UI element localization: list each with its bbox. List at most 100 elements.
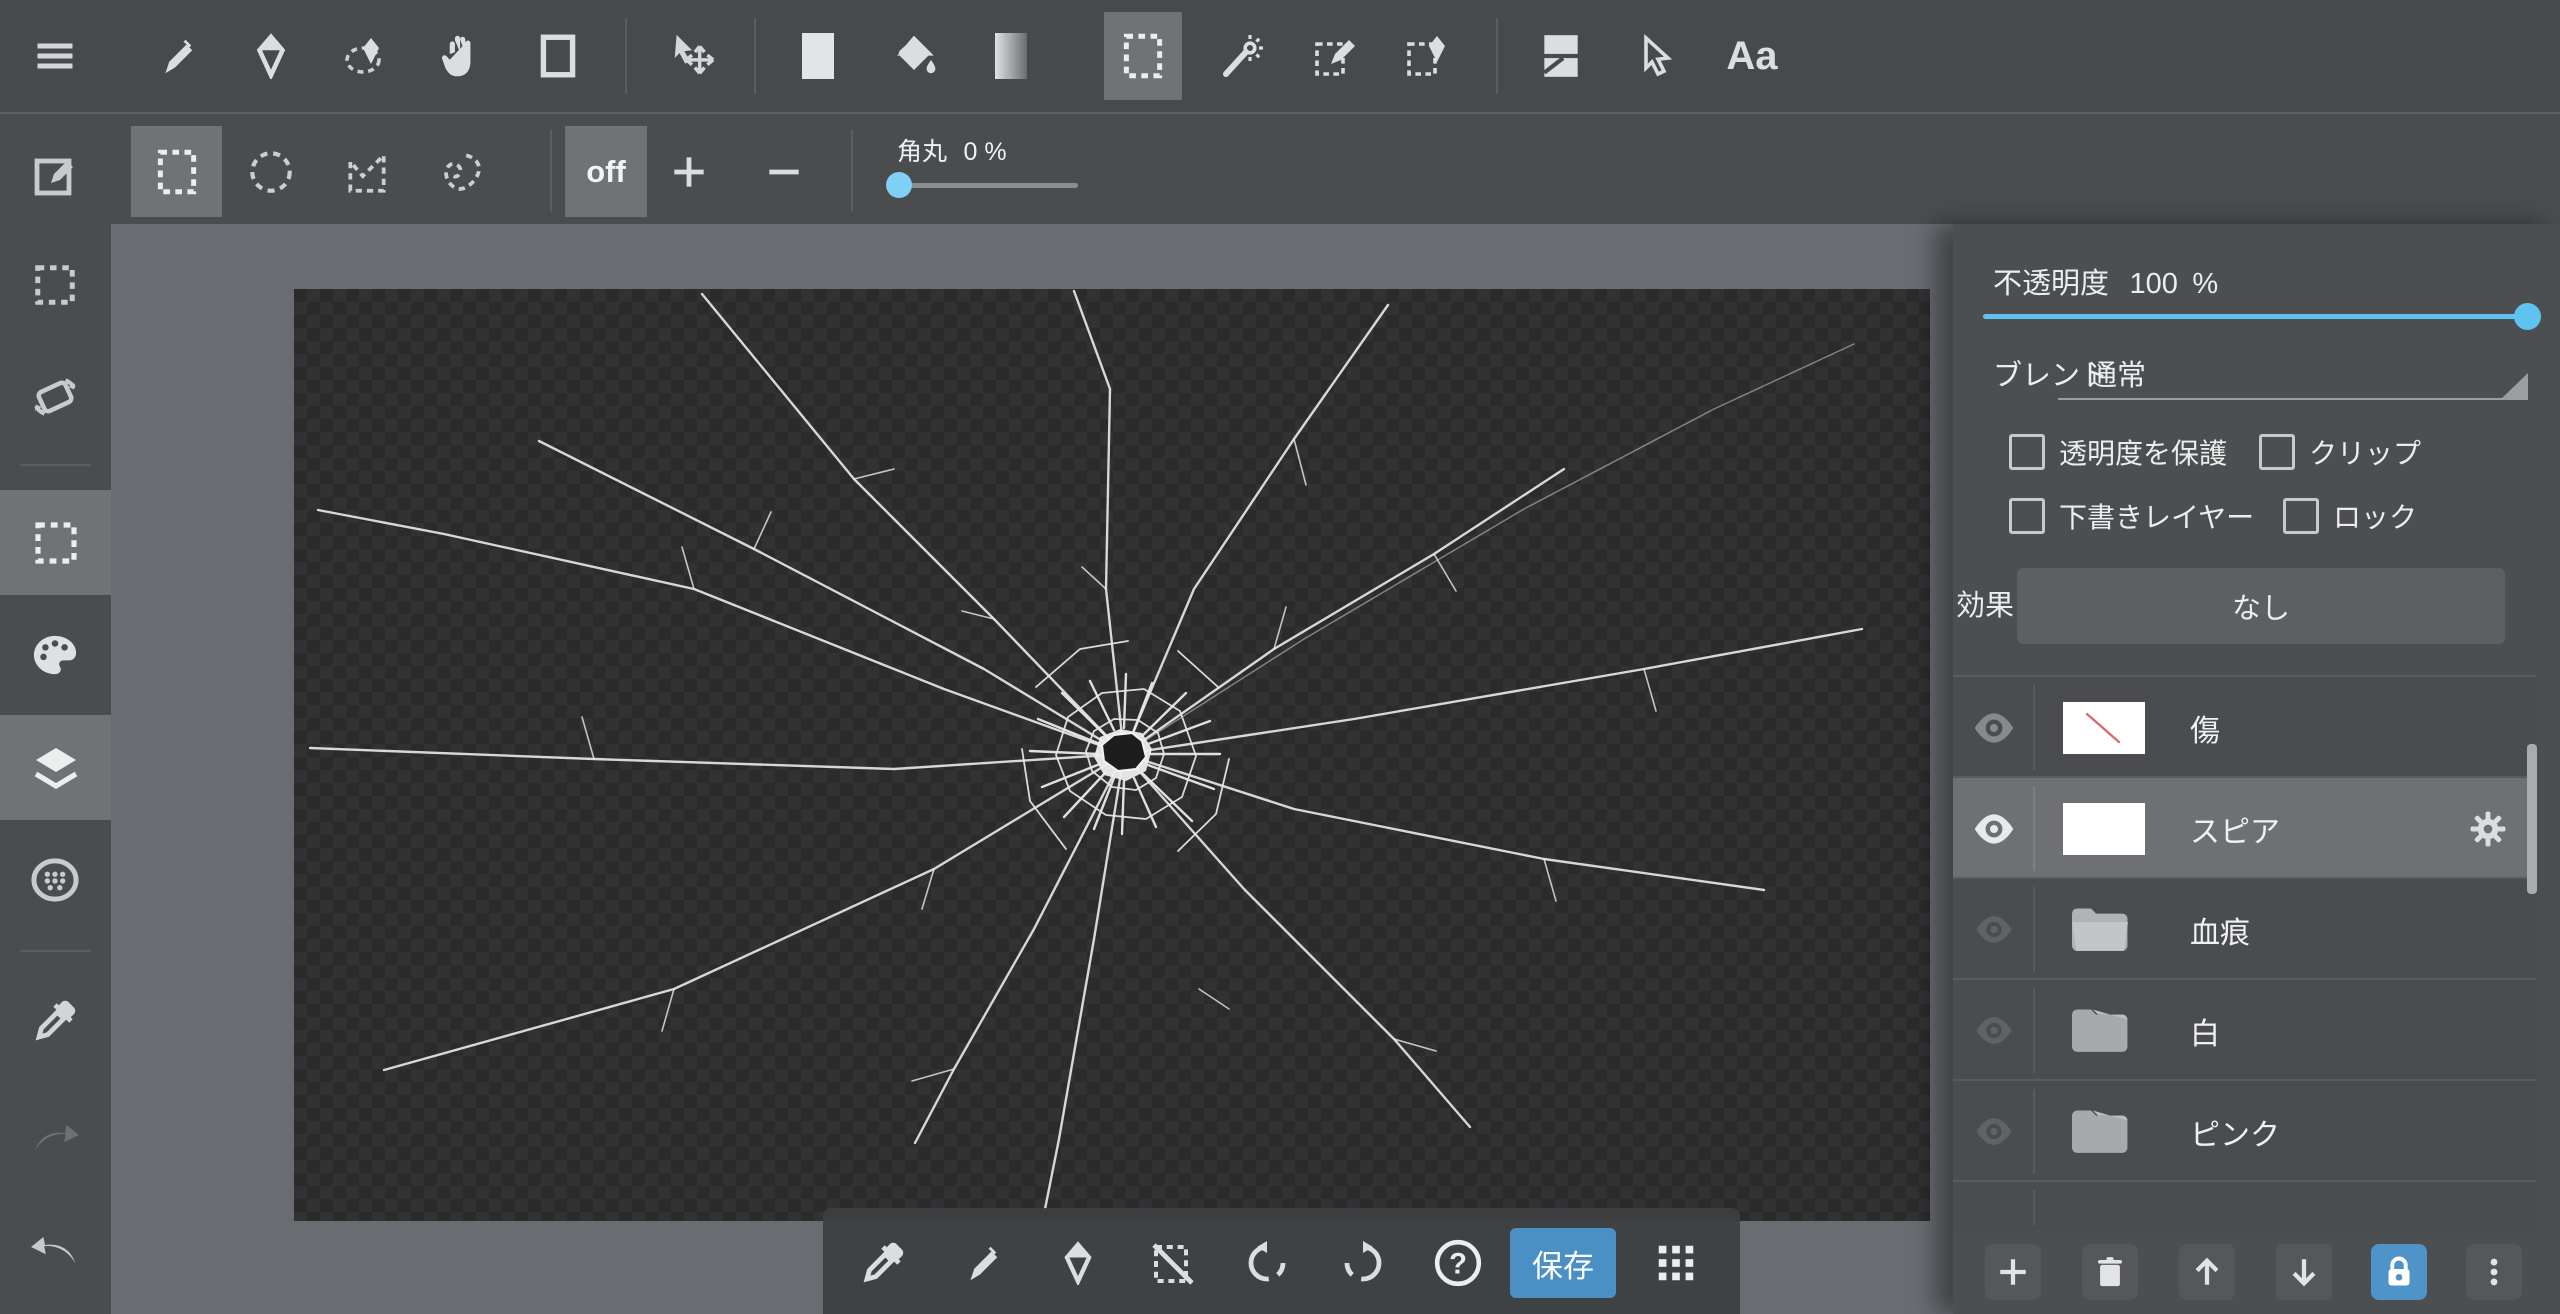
foreground-color-swatch[interactable] — [779, 12, 857, 100]
dropdown-triangle-icon — [2502, 373, 2528, 398]
protect-alpha-checkbox[interactable]: 透明度を保護 — [2009, 432, 2227, 472]
rotate-right-button[interactable] — [1325, 1226, 1401, 1300]
pen-tool[interactable] — [136, 12, 214, 100]
ellipse-select-shape[interactable] — [223, 124, 319, 220]
layer-visibility-toggle[interactable] — [1965, 677, 2023, 778]
magic-wand-tool[interactable] — [1203, 12, 1281, 100]
sidebar-select-tool-active[interactable] — [0, 490, 111, 595]
frame-tool[interactable] — [519, 12, 597, 100]
layer-actions-bar — [1953, 1231, 2560, 1314]
pen-icon — [957, 1240, 1003, 1286]
layer-folder-row[interactable]: 血痕 — [1953, 877, 2536, 980]
lasso-eraser-icon — [343, 32, 391, 80]
draft-layer-checkbox[interactable]: 下書きレイヤー — [2009, 496, 2254, 536]
slider-thumb[interactable] — [886, 172, 912, 198]
lock-layer-button-active[interactable] — [2371, 1244, 2427, 1300]
sidebar-layers-button-active[interactable] — [0, 715, 111, 820]
brush-grid-button[interactable] — [1638, 1226, 1714, 1300]
layer-visibility-toggle[interactable] — [1965, 980, 2023, 1081]
layer-row-separator — [2033, 887, 2035, 972]
opacity-value: 100 — [2129, 268, 2177, 300]
eraser-icon — [248, 33, 294, 79]
sidebar-redo-button[interactable] — [10, 1094, 100, 1176]
plus-icon — [667, 150, 711, 194]
layer-row[interactable]: 傷 — [1953, 675, 2536, 778]
rotate-left-button[interactable] — [1229, 1226, 1305, 1300]
clip-label: クリップ — [2309, 432, 2421, 472]
eye-icon — [1974, 915, 2014, 944]
layer-folder-row[interactable]: ピンク — [1953, 1079, 2536, 1182]
layer-panel: 不透明度 100 % ブレンド 通常 透明度を保護 クリップ 下書きレイヤー — [1953, 224, 2560, 1314]
lasso-eraser-tool[interactable] — [328, 12, 406, 100]
sidebar-new-edit-button[interactable] — [10, 134, 100, 216]
sidebar-undo-button[interactable] — [10, 1206, 100, 1288]
opacity-slider-thumb[interactable] — [2514, 303, 2541, 330]
lock-checkbox[interactable]: ロック — [2283, 496, 2417, 536]
deselect-button[interactable] — [1134, 1226, 1210, 1300]
hamburger-icon — [32, 36, 78, 76]
gradient-tool[interactable] — [972, 12, 1050, 100]
select-tool-active[interactable] — [1104, 12, 1182, 100]
redo-icon — [29, 1115, 81, 1155]
eraser-tool[interactable] — [232, 12, 310, 100]
layer-row-separator — [2033, 1190, 2035, 1225]
quick-pen-button[interactable] — [942, 1226, 1018, 1300]
rect-select-shape-active[interactable] — [131, 126, 222, 217]
rotate-ccw-icon — [1243, 1239, 1291, 1287]
blend-dropdown[interactable]: 通常 — [2058, 350, 2528, 400]
layer-visibility-toggle[interactable] — [1965, 879, 2023, 980]
quick-eraser-button[interactable] — [1040, 1226, 1116, 1300]
menu-button[interactable] — [16, 12, 94, 100]
snap-off-button[interactable]: off — [565, 126, 647, 217]
layer-settings-button[interactable] — [2465, 806, 2511, 852]
sidebar-rotate-canvas-button[interactable] — [10, 356, 100, 438]
hand-icon — [436, 32, 482, 80]
layer-thumbnail — [2063, 702, 2145, 754]
clip-checkbox[interactable]: クリップ — [2259, 432, 2421, 472]
layer-row-empty — [1953, 1180, 2536, 1231]
minus-icon — [762, 150, 806, 194]
shrink-selection-button[interactable] — [736, 124, 832, 220]
quick-eyedropper-button[interactable] — [845, 1226, 921, 1300]
sidebar-select-button[interactable] — [10, 244, 100, 326]
move-layer-up-button[interactable] — [2179, 1244, 2235, 1300]
eyedropper-icon — [859, 1239, 907, 1287]
layer-row-selected[interactable]: スピア — [1953, 776, 2536, 879]
sidebar-color-palette-button[interactable] — [10, 614, 100, 696]
drawing-canvas[interactable] — [294, 289, 1930, 1221]
move-layer-down-button[interactable] — [2276, 1244, 2332, 1300]
sidebar-material-button[interactable] — [10, 839, 100, 921]
hand-tool[interactable] — [420, 12, 498, 100]
save-button-label: 保存 — [1532, 1241, 1594, 1286]
add-layer-button[interactable] — [1985, 1244, 2041, 1300]
select-pen-tool[interactable] — [1296, 12, 1374, 100]
layer-folder-row[interactable]: 白 — [1953, 978, 2536, 1081]
opacity-slider[interactable] — [1983, 314, 2528, 319]
layer-visibility-toggle[interactable] — [1965, 778, 2023, 879]
toolbar-divider — [754, 18, 756, 94]
polygon-select-shape[interactable] — [319, 124, 415, 220]
layer-name: ピンク — [2190, 1081, 2280, 1182]
panel-split-icon — [1538, 31, 1584, 81]
select-eraser-tool[interactable] — [1388, 12, 1466, 100]
layers-scrollbar[interactable] — [2527, 744, 2537, 894]
save-button[interactable]: 保存 — [1510, 1228, 1616, 1298]
lasso-select-shape[interactable] — [414, 124, 510, 220]
toolbar-divider — [625, 18, 627, 94]
sidebar-eyedropper-button[interactable] — [10, 980, 100, 1062]
panel-divide-tool[interactable] — [1522, 12, 1600, 100]
layer-visibility-toggle[interactable] — [1965, 1081, 2023, 1182]
delete-layer-button[interactable] — [2082, 1244, 2138, 1300]
fill-bucket-tool[interactable] — [877, 12, 955, 100]
help-button[interactable]: ? — [1420, 1226, 1496, 1300]
rotate-canvas-icon — [30, 372, 80, 422]
operation-select-tool[interactable] — [1617, 12, 1695, 100]
checkbox-icon — [2009, 498, 2045, 534]
folder-icon — [2065, 901, 2135, 957]
expand-selection-button[interactable] — [641, 124, 737, 220]
move-tool[interactable] — [653, 12, 731, 100]
corner-round-slider[interactable] — [898, 183, 1078, 188]
text-tool[interactable]: Aa — [1713, 12, 1791, 100]
layer-menu-button[interactable] — [2466, 1244, 2522, 1300]
effect-button[interactable]: なし — [2017, 568, 2505, 644]
